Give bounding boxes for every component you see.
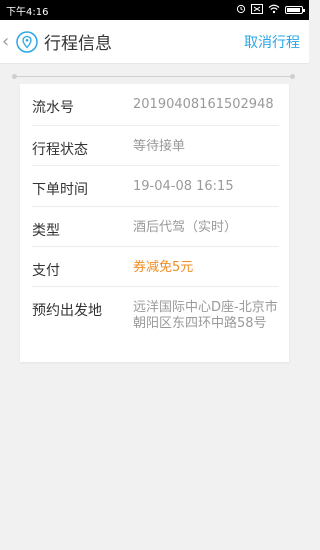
- detail-label: 类型: [32, 223, 60, 239]
- detail-row-pickup: 预约出发地 远洋国际中心D座-北京市朝阳区东四环中路58号: [32, 287, 279, 357]
- cancel-trip-button[interactable]: 取消行程: [244, 32, 300, 52]
- page-title: 行程信息: [44, 34, 112, 54]
- detail-value: 酒后代驾（实时）: [133, 220, 238, 235]
- detail-label: 预约出发地: [32, 303, 102, 319]
- title-bar: ‹ 行程信息 取消行程: [0, 20, 309, 64]
- battery-icon: [285, 6, 305, 14]
- divider-dot-left: [12, 74, 17, 79]
- detail-row-order-time: 下单时间 19-04-08 16:15: [32, 166, 279, 207]
- chevron-left-icon[interactable]: ‹: [2, 32, 14, 51]
- detail-row-status: 行程状态 等待接单: [32, 126, 279, 166]
- detail-label: 行程状态: [32, 142, 88, 158]
- detail-value: 远洋国际中心D座-北京市朝阳区东四环中路58号: [133, 300, 278, 331]
- divider-line: [16, 76, 291, 77]
- battery-level: [287, 8, 300, 12]
- detail-label: 流水号: [32, 100, 74, 116]
- location-pin-icon: [16, 30, 38, 53]
- detail-row-payment: 支付 券减免5元: [32, 247, 279, 287]
- detail-row-type: 类型 酒后代驾（实时）: [32, 207, 279, 247]
- sim-icon: [251, 3, 263, 17]
- detail-value: 20190408161502948: [133, 97, 274, 112]
- card-top-divider: [12, 74, 295, 80]
- status-bar: 下午4:16: [0, 0, 309, 20]
- detail-row-serial: 流水号 20190408161502948: [32, 84, 279, 126]
- detail-label: 下单时间: [32, 182, 88, 198]
- detail-value: 19-04-08 16:15: [133, 179, 234, 194]
- divider-dot-right: [290, 74, 295, 79]
- wifi-icon: [268, 4, 280, 17]
- alarm-icon: [236, 4, 246, 17]
- detail-label: 支付: [32, 263, 60, 279]
- detail-value: 券减免5元: [133, 260, 194, 275]
- trip-info-card: 流水号 20190408161502948 行程状态 等待接单 下单时间 19-…: [20, 84, 289, 362]
- status-time: 下午4:16: [6, 6, 49, 18]
- status-icons: [236, 3, 305, 17]
- detail-value: 等待接单: [133, 139, 186, 154]
